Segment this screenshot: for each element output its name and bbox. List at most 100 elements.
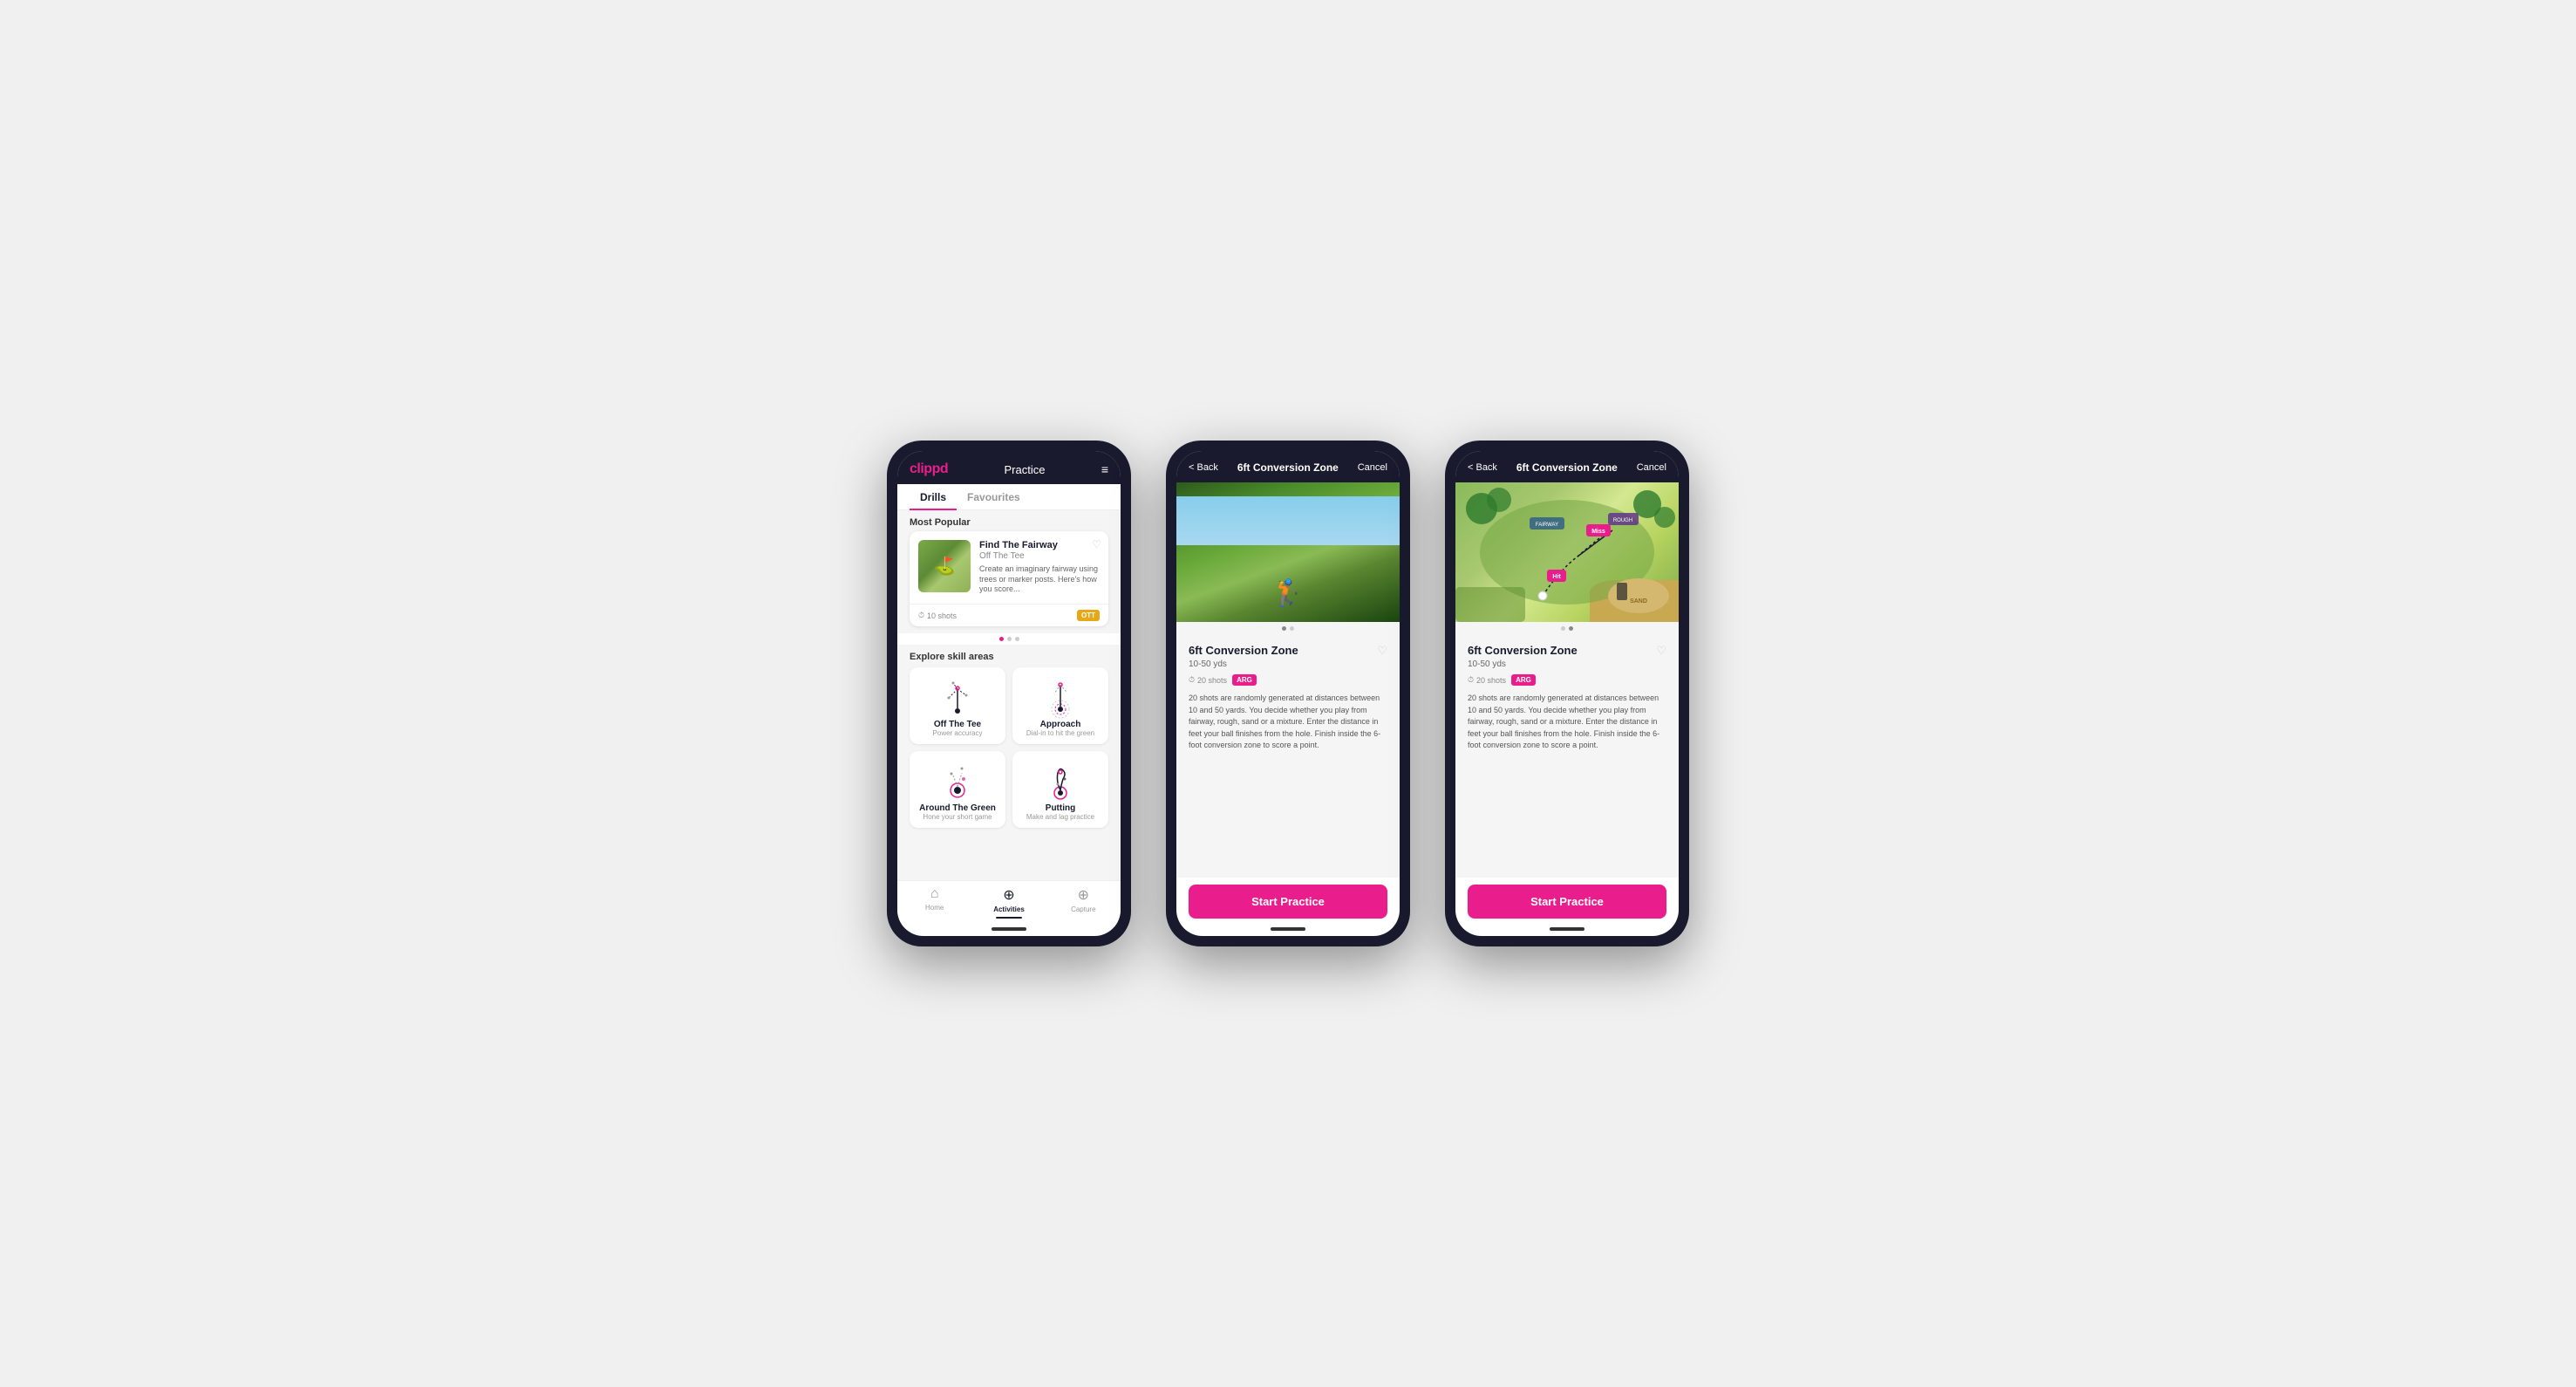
- drill-title: 6ft Conversion Zone: [1468, 644, 1578, 657]
- drill-meta: ⏱ 20 shots ARG: [1468, 674, 1666, 686]
- nav-home-label: Home: [925, 904, 944, 912]
- drill-range: 10-50 yds: [1468, 659, 1666, 669]
- back-button[interactable]: < Back: [1468, 462, 1497, 473]
- img-dot-1: [1561, 626, 1565, 631]
- image-dots: [1176, 622, 1400, 635]
- svg-text:FAIRWAY: FAIRWAY: [1536, 523, 1558, 528]
- svg-text:Miss: Miss: [1591, 529, 1605, 535]
- title-row: 6ft Conversion Zone ♡: [1189, 644, 1387, 658]
- image-dots: [1455, 622, 1679, 635]
- skill-title-atg: Around The Green: [919, 803, 996, 813]
- favourite-icon[interactable]: ♡: [1377, 644, 1387, 658]
- hero-map: Miss Hit FAIRWAY ROUGH SAND: [1455, 482, 1679, 622]
- bottom-nav: ⌂ Home ⊕ Activities ⊕ Capture: [897, 880, 1121, 927]
- phone1-tabs: Drills Favourites: [897, 484, 1121, 510]
- start-practice-button[interactable]: Start Practice: [1189, 885, 1387, 919]
- nav-home[interactable]: ⌂ Home: [897, 886, 971, 919]
- phone2-header-title: 6ft Conversion Zone: [1237, 461, 1339, 474]
- activities-icon: ⊕: [1003, 886, 1014, 904]
- favourite-icon[interactable]: ♡: [1656, 644, 1666, 658]
- svg-text:ROUGH: ROUGH: [1613, 518, 1632, 523]
- skill-card-putting[interactable]: Putting Make and lag practice: [1012, 751, 1108, 828]
- home-indicator: [1550, 927, 1584, 931]
- shots-count: ⏱ 10 shots: [918, 611, 1072, 620]
- phones-container: clippd Practice ≡ Drills Favourites Most…: [887, 441, 1689, 946]
- skill-subtitle-putting: Make and lag practice: [1026, 813, 1094, 821]
- ott-badge: OTT: [1077, 610, 1100, 621]
- phone-1-screen: clippd Practice ≡ Drills Favourites Most…: [897, 451, 1121, 936]
- drill-meta: ⏱ 20 shots ARG: [1189, 674, 1387, 686]
- phone-1: clippd Practice ≡ Drills Favourites Most…: [887, 441, 1131, 946]
- putting-icon: [1039, 760, 1082, 803]
- nav-activities[interactable]: ⊕ Activities: [971, 886, 1046, 919]
- cancel-button[interactable]: Cancel: [1637, 462, 1666, 473]
- ott-icon: [936, 676, 979, 720]
- phone3-header-title: 6ft Conversion Zone: [1516, 461, 1618, 474]
- svg-text:Hit: Hit: [1552, 574, 1561, 580]
- card-thumbnail: [918, 540, 971, 592]
- tab-favourites[interactable]: Favourites: [957, 484, 1031, 510]
- capture-icon: ⊕: [1078, 886, 1089, 904]
- atg-icon: [936, 760, 979, 803]
- tab-drills[interactable]: Drills: [910, 484, 957, 510]
- skill-card-ott[interactable]: Off The Tee Power accuracy: [910, 667, 1005, 744]
- img-dot-2: [1290, 626, 1294, 631]
- phone3-content: Miss Hit FAIRWAY ROUGH SAND: [1455, 482, 1679, 878]
- home-icon: ⌂: [930, 886, 939, 902]
- phone1-header-title: Practice: [1004, 463, 1045, 476]
- dot-1: [999, 637, 1004, 641]
- arg-badge: ARG: [1232, 674, 1257, 686]
- img-dot-2: [1569, 626, 1573, 631]
- home-indicator: [1271, 927, 1305, 931]
- back-button[interactable]: < Back: [1189, 462, 1218, 473]
- phone1-header: clippd Practice ≡: [897, 451, 1121, 484]
- favourite-icon[interactable]: ♡: [1092, 538, 1101, 550]
- clock-icon: ⏱: [1468, 675, 1474, 685]
- start-practice-button[interactable]: Start Practice: [1468, 885, 1666, 919]
- drill-detail: 6ft Conversion Zone ♡ 10-50 yds ⏱ 20 sho…: [1455, 635, 1679, 878]
- svg-text:SAND: SAND: [1630, 598, 1647, 605]
- skill-title-approach: Approach: [1040, 720, 1081, 729]
- skill-card-approach[interactable]: Approach Dial-in to hit the green: [1012, 667, 1108, 744]
- arg-badge: ARG: [1511, 674, 1536, 686]
- title-row: 6ft Conversion Zone ♡: [1468, 644, 1666, 658]
- cancel-button[interactable]: Cancel: [1358, 462, 1387, 473]
- carousel-dots: [897, 633, 1121, 645]
- skill-title-putting: Putting: [1046, 803, 1075, 813]
- skill-grid: Off The Tee Power accuracy: [897, 667, 1121, 835]
- app-logo: clippd: [910, 461, 948, 477]
- shots-count: ⏱ 20 shots: [1468, 675, 1506, 685]
- phone3-header: < Back 6ft Conversion Zone Cancel: [1455, 451, 1679, 482]
- phone-2: < Back 6ft Conversion Zone Cancel 6ft Co…: [1166, 441, 1410, 946]
- skill-subtitle-atg: Hone your short game: [923, 813, 992, 821]
- skill-subtitle-approach: Dial-in to hit the green: [1026, 729, 1094, 737]
- featured-card[interactable]: Find The Fairway Off The Tee Create an i…: [910, 531, 1108, 626]
- home-indicator: [992, 927, 1026, 931]
- card-description: Create an imaginary fairway using trees …: [979, 564, 1100, 595]
- drill-description: 20 shots are randomly generated at dista…: [1468, 693, 1666, 752]
- hero-image: [1176, 482, 1400, 622]
- clock-icon: ⏱: [1189, 675, 1195, 685]
- drill-range: 10-50 yds: [1189, 659, 1387, 669]
- card-footer: ⏱ 10 shots OTT: [910, 604, 1108, 626]
- nav-underline: [996, 917, 1022, 919]
- approach-icon: [1039, 676, 1082, 720]
- map-svg: Miss Hit FAIRWAY ROUGH SAND: [1455, 482, 1679, 622]
- nav-capture-label: Capture: [1071, 905, 1095, 913]
- skill-title-ott: Off The Tee: [934, 720, 981, 729]
- nav-activities-label: Activities: [993, 905, 1025, 913]
- skill-card-atg[interactable]: Around The Green Hone your short game: [910, 751, 1005, 828]
- menu-icon[interactable]: ≡: [1101, 462, 1108, 476]
- phone-3-screen: < Back 6ft Conversion Zone Cancel: [1455, 451, 1679, 936]
- card-info: Find The Fairway Off The Tee Create an i…: [979, 540, 1100, 595]
- phone2-header: < Back 6ft Conversion Zone Cancel: [1176, 451, 1400, 482]
- card-subtitle: Off The Tee: [979, 551, 1100, 561]
- dot-3: [1015, 637, 1019, 641]
- drill-description: 20 shots are randomly generated at dista…: [1189, 693, 1387, 752]
- most-popular-label: Most Popular: [897, 510, 1121, 531]
- phone-2-screen: < Back 6ft Conversion Zone Cancel 6ft Co…: [1176, 451, 1400, 936]
- img-dot-1: [1282, 626, 1286, 631]
- phone2-content: 6ft Conversion Zone ♡ 10-50 yds ⏱ 20 sho…: [1176, 482, 1400, 878]
- shots-count: ⏱ 20 shots: [1189, 675, 1227, 685]
- nav-capture[interactable]: ⊕ Capture: [1046, 886, 1121, 919]
